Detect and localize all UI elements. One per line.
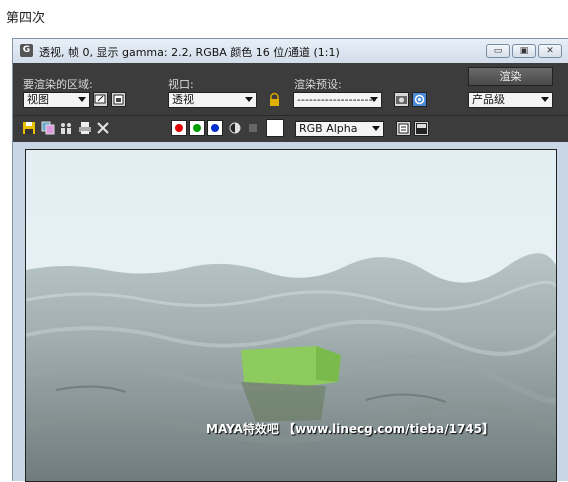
maximize-button[interactable]: ▣ [512, 44, 536, 58]
chevron-down-icon [370, 97, 378, 102]
toggle-ui-icon[interactable] [414, 121, 429, 136]
edit-region-icon[interactable] [93, 92, 108, 107]
app-icon: G [20, 44, 33, 57]
blue-dot-icon [211, 124, 219, 132]
minimize-button[interactable]: ▭ [486, 44, 510, 58]
red-channel-toggle[interactable] [171, 120, 187, 136]
quality-dropdown[interactable]: 产品级 [468, 92, 553, 108]
environment-icon[interactable] [412, 92, 427, 107]
save-image-icon[interactable] [22, 121, 36, 135]
monochrome-icon[interactable] [246, 121, 260, 135]
post-caption: 第四次 [6, 11, 46, 26]
lock-icon[interactable] [267, 92, 282, 107]
chevron-down-icon [372, 126, 380, 131]
green-channel-toggle[interactable] [189, 120, 205, 136]
close-button[interactable]: ✕ [538, 44, 562, 58]
chevron-down-icon [245, 97, 253, 102]
render-button[interactable]: 渲染 [468, 67, 553, 86]
alpha-channel-icon[interactable] [228, 121, 242, 135]
toggle-ui-overlay-icon[interactable] [396, 121, 411, 136]
channel-dropdown-value: RGB Alpha [299, 122, 358, 135]
viewport-dropdown-value: 透视 [172, 93, 194, 106]
clone-frame-icon[interactable] [59, 121, 73, 135]
copy-image-icon[interactable] [41, 121, 55, 135]
frame-toolbar: RGB Alpha [13, 115, 568, 142]
clear-icon[interactable] [96, 121, 110, 135]
render-settings-panel: 要渲染的区域: 视图 视口: 透视 渲染预设: ----------------… [13, 63, 568, 115]
red-dot-icon [175, 124, 183, 132]
print-icon[interactable] [78, 121, 92, 135]
area-dropdown[interactable]: 视图 [23, 92, 90, 108]
channel-dropdown[interactable]: RGB Alpha [295, 121, 384, 137]
area-dropdown-value: 视图 [27, 93, 49, 106]
viewport-dropdown[interactable]: 透视 [168, 92, 257, 108]
viewport-label: 视口: [168, 78, 194, 91]
quality-dropdown-value: 产品级 [472, 93, 505, 106]
render-frame-window: G 透视, 帧 0, 显示 gamma: 2.2, RGBA 颜色 16 位/通… [12, 38, 568, 482]
auto-region-icon[interactable] [111, 92, 126, 107]
window-title: 透视, 帧 0, 显示 gamma: 2.2, RGBA 颜色 16 位/通道 … [39, 46, 340, 59]
chevron-down-icon [541, 97, 549, 102]
chevron-down-icon [78, 97, 86, 102]
green-dot-icon [193, 124, 201, 132]
preset-label: 渲染预设: [294, 78, 342, 91]
preset-dropdown-value: -------------------- [297, 93, 377, 106]
preset-dropdown[interactable]: -------------------- [293, 92, 382, 108]
area-label: 要渲染的区域: [23, 78, 93, 91]
title-bar: G 透视, 帧 0, 显示 gamma: 2.2, RGBA 颜色 16 位/通… [13, 39, 568, 63]
color-swatch[interactable] [266, 119, 284, 137]
render-setup-icon[interactable] [394, 92, 409, 107]
watermark-text: MAYA特效吧 【www.linecg.com/tieba/1745】 [206, 422, 495, 436]
blue-channel-toggle[interactable] [207, 120, 223, 136]
